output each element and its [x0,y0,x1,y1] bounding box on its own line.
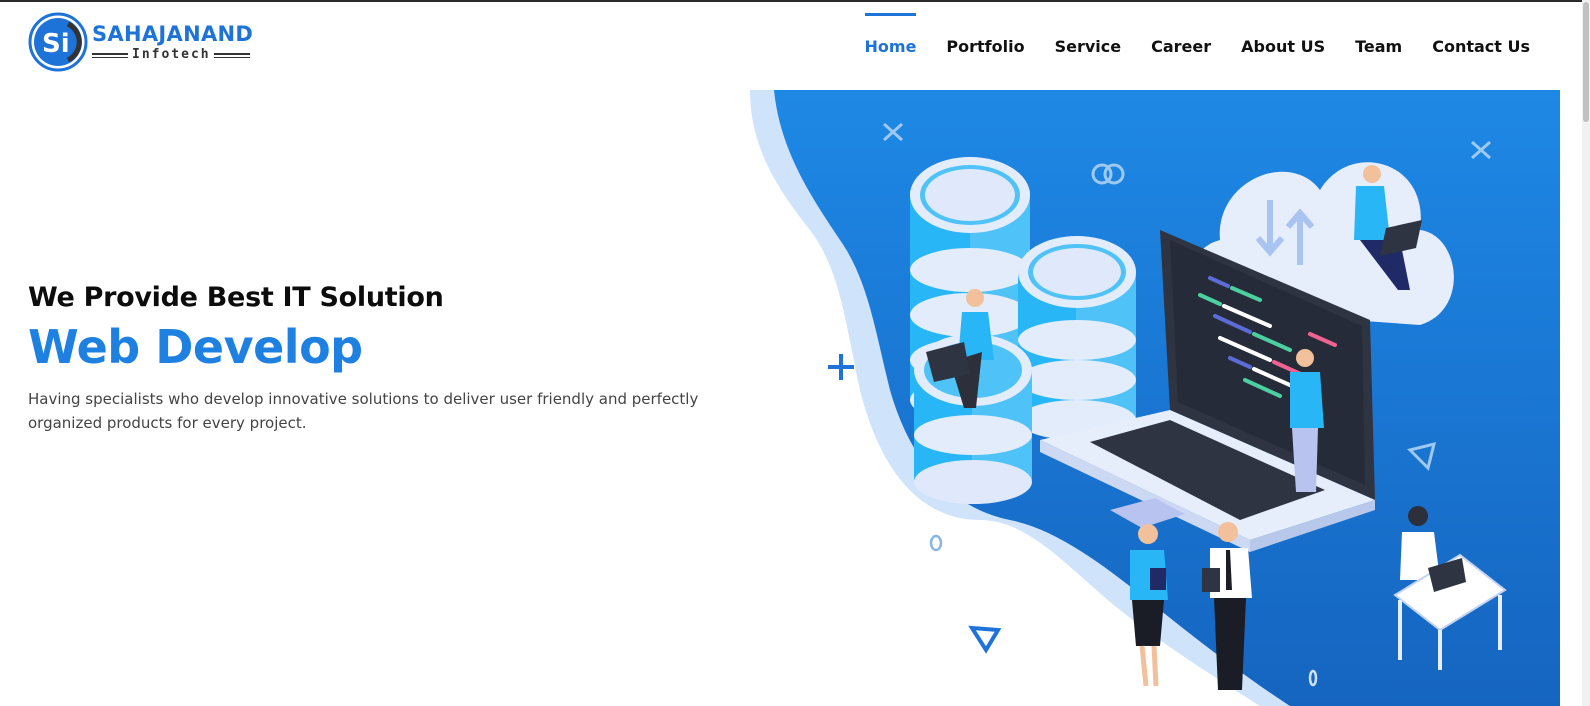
hero-illustration [750,90,1560,706]
scrollbar-thumb[interactable] [1583,2,1589,122]
brand-logo[interactable]: Si SAHAJANAND Infotech [28,12,268,76]
brand-tagline: Infotech [132,47,211,62]
database-stack2-icon [1018,236,1136,440]
main-nav: Home Portfolio Service Career About US T… [864,2,1530,90]
page-scrollbar[interactable] [1582,0,1590,706]
nav-service[interactable]: Service [1055,13,1122,80]
decor-o-icon [929,534,943,552]
hero-headline: Web Develop [28,320,363,374]
decor-plus-icon [828,354,854,380]
nav-team[interactable]: Team [1355,13,1402,80]
hero-kicker: We Provide Best IT Solution [28,282,444,313]
hero-section: We Provide Best IT Solution Web Develop … [28,282,728,435]
nav-career[interactable]: Career [1151,13,1211,80]
brand-tagline-wrap: Infotech [92,47,250,64]
svg-text:Si: Si [42,29,70,59]
nav-about[interactable]: About US [1241,13,1325,80]
brand-name: SAHAJANAND [92,22,254,46]
logo-badge-icon: Si [28,12,88,72]
hero-description: Having specialists who develop innovativ… [28,390,699,432]
nav-portfolio[interactable]: Portfolio [946,13,1024,80]
nav-contact[interactable]: Contact Us [1432,13,1530,80]
site-header: Si SAHAJANAND Infotech Home Portfolio Se… [0,2,1560,90]
decor-triangle-icon [968,625,1002,654]
nav-home[interactable]: Home [864,12,916,80]
